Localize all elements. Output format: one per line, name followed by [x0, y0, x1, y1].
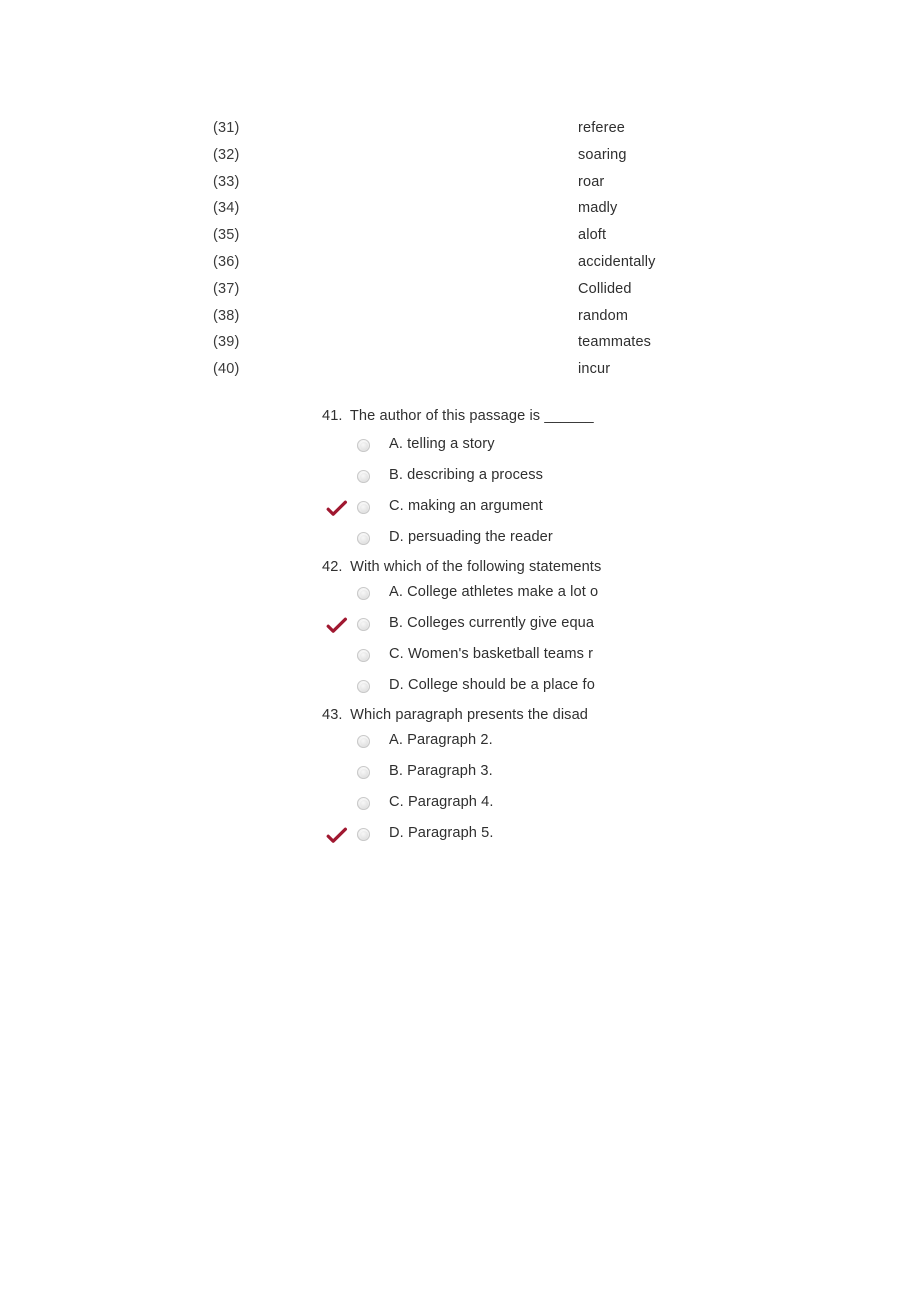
answer-option-label: A. College athletes make a lot o: [389, 584, 599, 600]
radio-button-icon[interactable]: [357, 470, 370, 483]
fill-in-answer-row: (31) referee: [0, 118, 920, 145]
radio-button-icon[interactable]: [357, 828, 370, 841]
answer-option-row[interactable]: C. Women's basketball teams r: [0, 643, 623, 674]
question-number: 42.: [322, 559, 343, 575]
checkmark-icon: [326, 500, 348, 518]
radio-button-icon[interactable]: [357, 532, 370, 545]
fill-in-word: roar: [578, 173, 605, 190]
radio-button-icon[interactable]: [357, 501, 370, 514]
radio-button-icon[interactable]: [357, 680, 370, 693]
fill-in-number: (37): [213, 280, 240, 297]
question-block: 43. Which paragraph presents the disad A.…: [0, 705, 623, 853]
fill-in-word: soaring: [578, 146, 627, 163]
answer-option-label: D. College should be a place fo: [389, 677, 595, 693]
question-stem: 42. With which of the following statemen…: [0, 557, 623, 578]
question-block: 41. The author of this passage is ______…: [0, 406, 623, 557]
answer-option-row[interactable]: B. Paragraph 3.: [0, 760, 623, 791]
answer-option-row[interactable]: C. Paragraph 4.: [0, 791, 623, 822]
answer-option-label: B. describing a process: [389, 467, 543, 483]
fill-in-word: teammates: [578, 334, 652, 351]
checkmark-icon: [326, 617, 348, 635]
answer-option-label: A. Paragraph 2.: [389, 732, 493, 748]
question-text: With which of the following statements: [350, 559, 602, 575]
fill-in-number: (36): [213, 253, 240, 270]
answer-option-label: B. Colleges currently give equa: [389, 615, 595, 631]
question-text: Which paragraph presents the disad: [350, 707, 589, 723]
fill-in-answer-row: (35) aloft: [0, 225, 920, 252]
radio-button-icon[interactable]: [357, 439, 370, 452]
fill-in-answer-row: (32) soaring: [0, 145, 920, 172]
question-stem: 43. Which paragraph presents the disad: [0, 705, 623, 726]
fill-in-number: (40): [213, 361, 240, 378]
fill-in-number: (35): [213, 227, 240, 244]
checkmark-icon: [326, 827, 348, 845]
answer-option-row[interactable]: A. telling a story: [0, 433, 623, 464]
answer-option-row[interactable]: B. Colleges currently give equa: [0, 612, 623, 643]
answer-option-label: B. Paragraph 3.: [389, 763, 493, 779]
fill-in-number: (38): [213, 307, 240, 324]
radio-button-icon[interactable]: [357, 735, 370, 748]
fill-in-number: (39): [213, 334, 240, 351]
fill-in-word: referee: [578, 120, 625, 136]
fill-in-word: aloft: [578, 227, 607, 244]
fill-in-answer-row: (39) teammates: [0, 332, 920, 359]
answer-option-label: C. making an argument: [389, 498, 543, 514]
fill-in-word: incur: [578, 361, 611, 378]
answer-option-row[interactable]: D. College should be a place fo: [0, 674, 623, 705]
fill-in-word: Collided: [578, 280, 632, 297]
fill-in-answer-row: (40) incur: [0, 359, 920, 386]
page-clip-region: 41. The author of this passage is ______…: [0, 406, 623, 853]
fill-in-answer-row: (38) random: [0, 306, 920, 333]
answer-option-row[interactable]: C. making an argument: [0, 495, 623, 526]
answer-option-row[interactable]: B. describing a process: [0, 464, 623, 495]
radio-button-icon[interactable]: [357, 618, 370, 631]
fill-in-word: random: [578, 307, 629, 324]
answer-option-label: C. Women's basketball teams r: [389, 646, 594, 662]
radio-button-icon[interactable]: [357, 766, 370, 779]
radio-button-icon[interactable]: [357, 649, 370, 662]
fill-in-answer-row: (34) madly: [0, 198, 920, 225]
multiple-choice-section: 41. The author of this passage is ______…: [0, 406, 920, 853]
question-stem: 41. The author of this passage is ______: [0, 406, 623, 427]
fill-in-word: madly: [578, 200, 618, 217]
answer-option-row[interactable]: D. Paragraph 5.: [0, 822, 623, 853]
question-number: 43.: [322, 707, 343, 723]
fill-in-number: (31): [213, 120, 240, 136]
answer-option-row[interactable]: A. College athletes make a lot o: [0, 581, 623, 612]
question-block: 42. With which of the following statemen…: [0, 557, 623, 705]
fill-in-answer-list: (31) referee (32) soaring (33) roar (34) madly(…: [0, 118, 920, 386]
radio-button-icon[interactable]: [357, 587, 370, 600]
answer-option-label: D. Paragraph 5.: [389, 825, 494, 841]
fill-in-number: (32): [213, 146, 240, 163]
answer-option-label: D. persuading the reader: [389, 529, 553, 545]
scanned-answer-sheet-page: (31) referee (32) soaring (33) roar (34) madly(…: [0, 0, 920, 1302]
fill-in-answer-row: (33) roar: [0, 172, 920, 199]
question-number: 41.: [322, 408, 343, 424]
fill-in-word: accidentally: [578, 253, 656, 270]
question-text: The author of this passage is ______: [349, 408, 594, 424]
answer-option-label: C. Paragraph 4.: [389, 794, 494, 810]
fill-in-number: (34): [213, 200, 240, 217]
fill-in-answer-row: (37) Collided: [0, 279, 920, 306]
radio-button-icon[interactable]: [357, 797, 370, 810]
fill-in-answer-row: (36) accidentally: [0, 252, 920, 279]
fill-in-number: (33): [213, 173, 240, 190]
answer-option-label: A. telling a story: [389, 436, 495, 452]
answer-option-row[interactable]: D. persuading the reader: [0, 526, 623, 557]
answer-option-row[interactable]: A. Paragraph 2.: [0, 729, 623, 760]
